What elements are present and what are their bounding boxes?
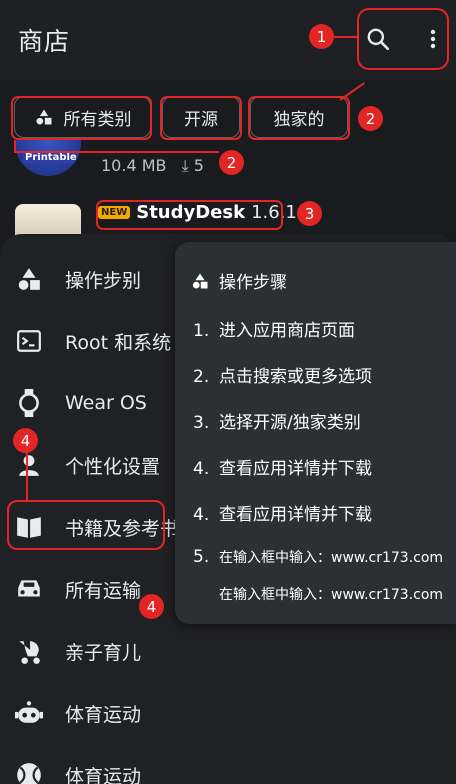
page-title: 商店 bbox=[18, 27, 71, 56]
highlight-connector bbox=[334, 36, 358, 38]
step-marker: 1 bbox=[309, 24, 334, 49]
app-size: 10.4 MB bbox=[101, 156, 167, 175]
nav-item-root[interactable]: Root 和系统 bbox=[0, 310, 180, 372]
step-text: 选择开源/独家类别 bbox=[219, 413, 361, 433]
step-marker: 3 bbox=[297, 201, 322, 226]
step-text: 查看应用详情并下载 bbox=[219, 505, 372, 525]
robot-icon bbox=[15, 699, 43, 727]
step-number: 4. bbox=[193, 459, 210, 479]
step-number: 1. bbox=[193, 321, 210, 341]
highlight-connector bbox=[14, 151, 219, 153]
steps-title: 操作步骤 bbox=[191, 268, 287, 293]
app-icon bbox=[15, 204, 81, 238]
stroller-icon bbox=[15, 637, 43, 665]
nav-item-sports[interactable]: 体育运动 bbox=[0, 682, 180, 744]
step-number: 4. bbox=[193, 505, 210, 525]
step-item: 3. 选择开源/独家类别 bbox=[193, 408, 361, 433]
steps-panel: 操作步骤 1. 进入应用商店页面 2. 点击搜索或更多选项 3. 选择开源/独家类别 … bbox=[175, 242, 456, 624]
highlight-chip-exclusive bbox=[248, 96, 350, 140]
highlight-chip-all bbox=[11, 96, 152, 140]
step-marker: 4 bbox=[139, 594, 164, 619]
step-text: 进入应用商店页面 bbox=[219, 321, 355, 341]
step-item: 4. 查看应用详情并下载 bbox=[193, 500, 372, 525]
nav-label: 体育运动 bbox=[65, 765, 142, 784]
nav-label: 所有运输 bbox=[65, 579, 142, 602]
category-shapes-icon bbox=[15, 265, 43, 293]
nav-label: 操作步别 bbox=[65, 269, 142, 292]
highlight-chip-open bbox=[160, 96, 242, 140]
nav-label: Wear OS bbox=[65, 392, 147, 414]
app-icon: Printable bbox=[15, 140, 81, 176]
step-number: 5. bbox=[193, 547, 210, 567]
highlight-toolbar bbox=[357, 8, 449, 70]
step-text: 查看应用详情并下载 bbox=[219, 459, 372, 479]
highlight-books-item bbox=[7, 500, 165, 550]
highlight-connector bbox=[26, 452, 28, 500]
person-icon bbox=[15, 451, 43, 479]
nav-label: Root 和系统 bbox=[65, 331, 172, 354]
step-text: 在输入框中输入：www.cr173.com bbox=[219, 550, 444, 566]
step-number: 3. bbox=[193, 413, 210, 433]
step-marker: 4 bbox=[13, 428, 38, 453]
terminal-icon bbox=[15, 327, 43, 355]
highlight-app-title bbox=[96, 200, 283, 230]
nav-label: 个性化设置 bbox=[65, 455, 161, 478]
nav-item-wear-os[interactable]: Wear OS bbox=[0, 372, 180, 434]
step-item: 1. 进入应用商店页面 bbox=[193, 316, 355, 341]
car-icon bbox=[15, 575, 43, 603]
sports-ball-icon bbox=[15, 761, 43, 784]
nav-item-steps[interactable]: 操作步别 bbox=[0, 248, 180, 310]
step-marker: 2 bbox=[219, 150, 244, 175]
steps-title-text: 操作步骤 bbox=[219, 273, 287, 293]
step-text: 点击搜索或更多选项 bbox=[219, 367, 372, 387]
step-marker: 2 bbox=[358, 106, 383, 131]
category-shapes-icon bbox=[192, 273, 208, 288]
step-extra: 在输入框中输入：www.cr173.com bbox=[219, 587, 444, 603]
step-number: 2. bbox=[193, 367, 210, 387]
step-item: 5. 在输入框中输入：www.cr173.com bbox=[193, 547, 443, 567]
download-count: 5 bbox=[193, 156, 204, 175]
nav-label: 体育运动 bbox=[65, 703, 142, 726]
nav-item-parenting[interactable]: 亲子育儿 bbox=[0, 620, 180, 682]
app-meta: 10.4 MB ⤓ 5 bbox=[101, 156, 204, 176]
nav-item-sports-2[interactable]: 体育运动 bbox=[0, 744, 180, 784]
watch-icon bbox=[15, 389, 43, 417]
step-item: 2. 点击搜索或更多选项 bbox=[193, 362, 372, 387]
nav-label: 亲子育儿 bbox=[65, 641, 142, 664]
app-icon-text: Printable bbox=[23, 152, 79, 163]
step-item: 4. 查看应用详情并下载 bbox=[193, 454, 372, 479]
download-icon: ⤓ bbox=[181, 156, 189, 175]
